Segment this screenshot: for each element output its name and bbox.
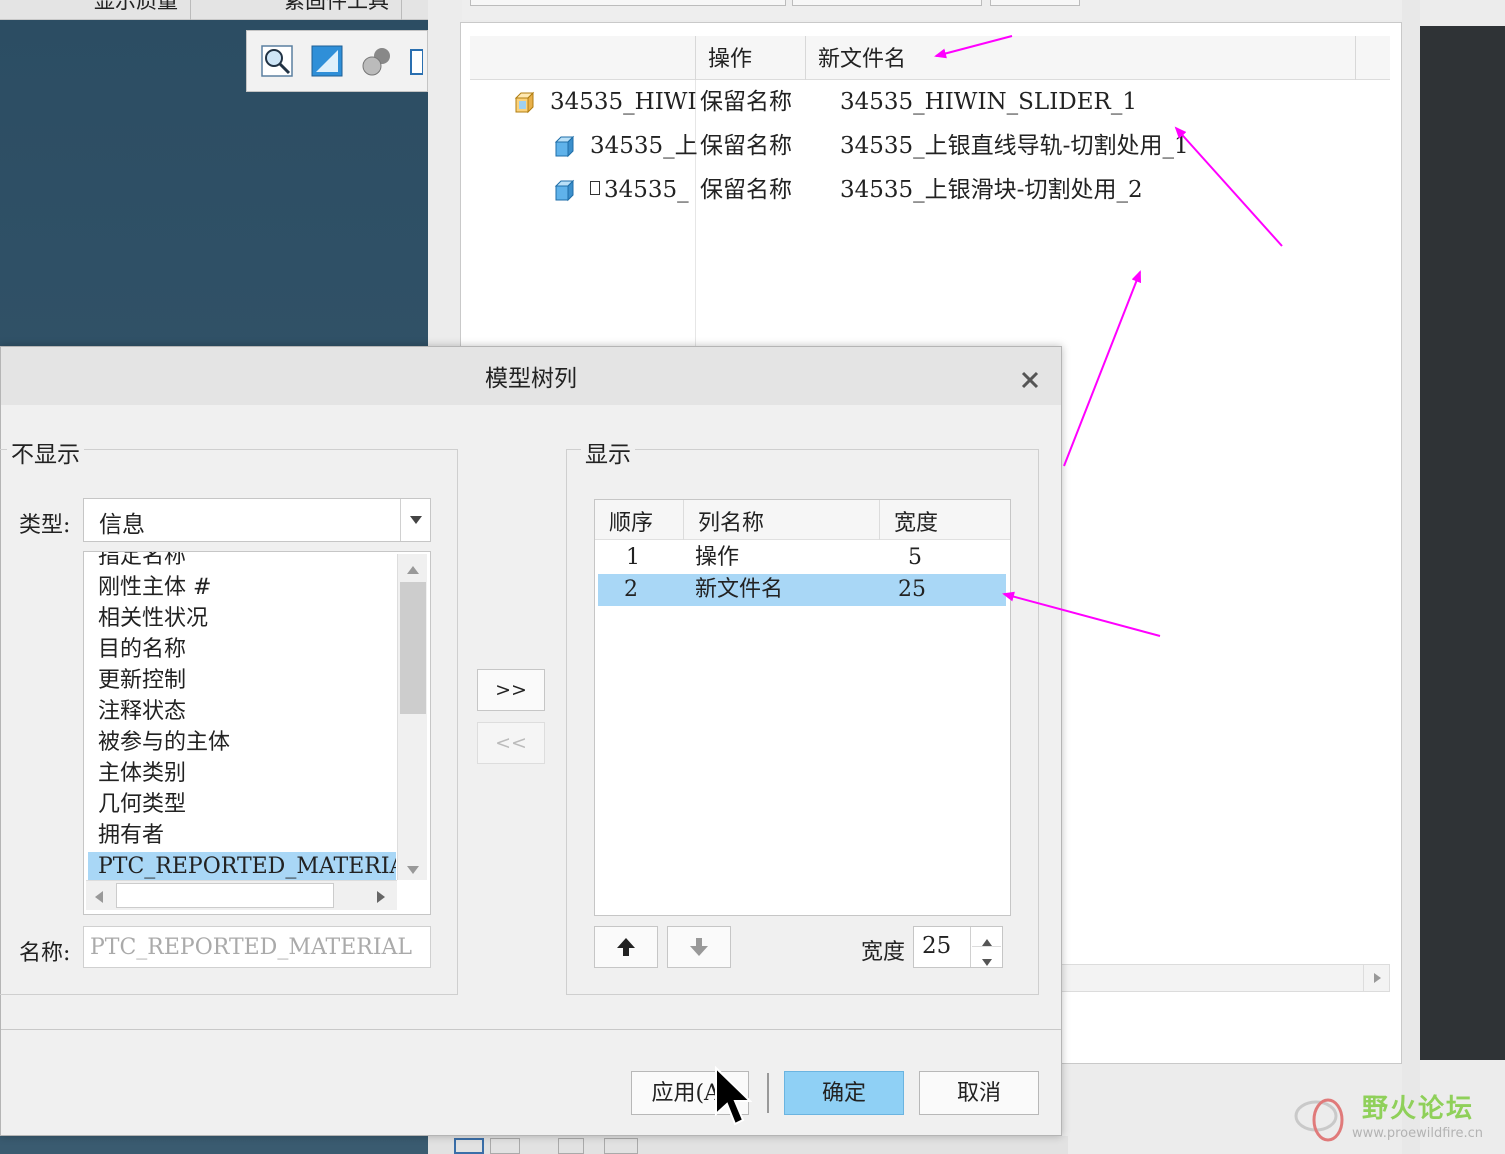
row-name: 操作 bbox=[695, 545, 740, 570]
available-columns-list[interactable]: 指定名称 刚性主体 # 相关性状况 目的名称 更新控制 注释状态 被参与的主体 … bbox=[83, 551, 431, 915]
type-dropdown[interactable]: 信息 bbox=[83, 498, 431, 542]
zoom-icon[interactable] bbox=[259, 43, 295, 79]
placeholder-box-icon bbox=[590, 181, 600, 195]
forum-watermark: 野火论坛 www.proewildfire.cn bbox=[1294, 1084, 1502, 1148]
move-up-button[interactable] bbox=[594, 926, 658, 968]
hidden-group-title: 不显示 bbox=[7, 435, 84, 469]
ok-button[interactable]: 确定 bbox=[784, 1071, 904, 1115]
row-width: 25 bbox=[898, 577, 926, 602]
name-field[interactable]: PTC_REPORTED_MATERIAL bbox=[83, 926, 431, 968]
table-row[interactable]: 1 操作 5 bbox=[598, 542, 1006, 574]
tree-top-strip bbox=[462, 0, 1402, 20]
list-item-selected[interactable]: PTC_REPORTED_MATERIAL bbox=[88, 852, 396, 882]
scroll-left-icon[interactable] bbox=[94, 889, 104, 908]
list-item[interactable]: 主体类别 bbox=[98, 759, 186, 789]
list-item[interactable]: 更新控制 bbox=[98, 666, 186, 696]
list-item[interactable]: 指定名称 bbox=[98, 552, 186, 572]
close-icon[interactable] bbox=[1015, 365, 1045, 395]
cancel-button[interactable]: 取消 bbox=[919, 1071, 1039, 1115]
tree-horizontal-scrollbar[interactable] bbox=[1060, 964, 1390, 992]
watermark-title: 野火论坛 bbox=[1362, 1094, 1475, 1124]
width-label: 宽度 bbox=[861, 940, 906, 965]
chevron-down-icon[interactable] bbox=[400, 499, 430, 541]
spin-buttons bbox=[970, 927, 1002, 967]
watermark-logo-icon bbox=[1294, 1098, 1344, 1142]
tree-row-op: 保留名称 bbox=[700, 177, 792, 203]
right-dark-panel bbox=[1420, 26, 1505, 1060]
list-vertical-scrollbar[interactable] bbox=[397, 554, 427, 880]
scroll-right-icon[interactable] bbox=[1363, 965, 1389, 991]
arrow-down-icon bbox=[690, 938, 708, 956]
row-order: 1 bbox=[626, 545, 640, 570]
dialog-separator bbox=[1, 1029, 1061, 1030]
row-width: 5 bbox=[908, 545, 922, 570]
col-width[interactable]: 宽度 bbox=[879, 500, 1007, 540]
right-border-strip bbox=[1402, 0, 1420, 1154]
tree-row-op: 保留名称 bbox=[700, 89, 792, 115]
watermark-url: www.proewildfire.cn bbox=[1352, 1126, 1483, 1141]
spin-up-icon[interactable] bbox=[981, 932, 993, 951]
mouse-cursor-icon bbox=[715, 1066, 752, 1126]
view-icon[interactable] bbox=[409, 43, 423, 79]
model-tree-header: 操作 新文件名 bbox=[470, 36, 1390, 80]
move-down-button[interactable] bbox=[667, 926, 731, 968]
scroll-up-icon[interactable] bbox=[406, 560, 420, 579]
arrow-up-icon bbox=[617, 938, 635, 956]
scroll-thumb[interactable] bbox=[116, 883, 334, 908]
dialog-title: 模型树列 bbox=[1, 347, 1061, 405]
width-value: 25 bbox=[922, 933, 952, 959]
tree-col-operation[interactable]: 操作 bbox=[695, 36, 805, 80]
col-order[interactable]: 顺序 bbox=[595, 500, 683, 540]
type-label: 类型: bbox=[19, 513, 71, 538]
tree-row-newname: 34535_HIWIN_SLIDER_1 bbox=[840, 89, 1137, 115]
tab-fastener-tools[interactable]: 紧固件工具 bbox=[272, 0, 402, 20]
scroll-thumb[interactable] bbox=[400, 582, 426, 714]
row-name: 新文件名 bbox=[695, 577, 784, 602]
type-dropdown-value: 信息 bbox=[99, 512, 145, 538]
list-item[interactable]: 目的名称 bbox=[98, 635, 186, 665]
shown-group-title: 显示 bbox=[581, 435, 635, 469]
tree-row-name: 34535_上 bbox=[590, 133, 698, 159]
tree-row-newname: 34535_上银直线导轨-切割处用_1 bbox=[840, 133, 1189, 159]
shown-columns-table[interactable]: 顺序 列名称 宽度 1 操作 5 2 新文件名 25 bbox=[594, 499, 1011, 916]
scroll-right-icon[interactable] bbox=[376, 889, 386, 908]
part-icon bbox=[554, 179, 575, 202]
ribbon-tab-strip: 显示质量 紧固件工具 bbox=[0, 0, 428, 20]
list-item[interactable]: 注释状态 bbox=[98, 697, 186, 727]
list-horizontal-scrollbar[interactable] bbox=[86, 880, 397, 910]
tree-row-name: 34535_HIWI bbox=[550, 89, 697, 115]
model-tree-columns-dialog: 模型树列 不显示 类型: 信息 指定名称 刚性主体 # 相关性状况 目的名称 更… bbox=[0, 346, 1062, 1136]
list-item[interactable]: 几何类型 bbox=[98, 790, 186, 820]
tree-row-newname: 34535_上银滑块-切割处用_2 bbox=[840, 177, 1143, 203]
tree-col-empty bbox=[1355, 36, 1390, 80]
assembly-icon bbox=[514, 91, 535, 114]
status-bar bbox=[428, 1136, 1068, 1154]
tab-display-quality[interactable]: 显示质量 bbox=[82, 0, 191, 20]
list-item[interactable]: 相关性状况 bbox=[98, 604, 208, 634]
spin-down-icon[interactable] bbox=[981, 952, 993, 971]
button-separator bbox=[767, 1073, 769, 1113]
tree-row-name: 34535_ bbox=[604, 177, 689, 203]
list-item[interactable]: 拥有者 bbox=[98, 821, 164, 851]
list-item[interactable]: 刚性主体 # bbox=[98, 573, 211, 603]
table-row-selected[interactable]: 2 新文件名 25 bbox=[598, 574, 1006, 606]
name-label: 名称: bbox=[19, 941, 71, 966]
remove-column-button[interactable]: << bbox=[477, 722, 545, 764]
tree-row-op: 保留名称 bbox=[700, 133, 792, 159]
add-column-button[interactable]: >> bbox=[477, 669, 545, 711]
row-order: 2 bbox=[624, 577, 638, 602]
refit-icon[interactable] bbox=[309, 43, 345, 79]
col-name[interactable]: 列名称 bbox=[683, 500, 879, 540]
part-icon bbox=[554, 135, 575, 158]
view-toolbar bbox=[246, 30, 428, 92]
shown-table-header: 顺序 列名称 宽度 bbox=[595, 500, 1010, 540]
scroll-down-icon[interactable] bbox=[406, 860, 420, 879]
tree-col-new-filename[interactable]: 新文件名 bbox=[805, 36, 1355, 80]
list-item[interactable]: 被参与的主体 bbox=[98, 728, 230, 758]
shading-icon[interactable] bbox=[359, 43, 395, 79]
width-stepper[interactable]: 25 bbox=[913, 926, 1003, 968]
